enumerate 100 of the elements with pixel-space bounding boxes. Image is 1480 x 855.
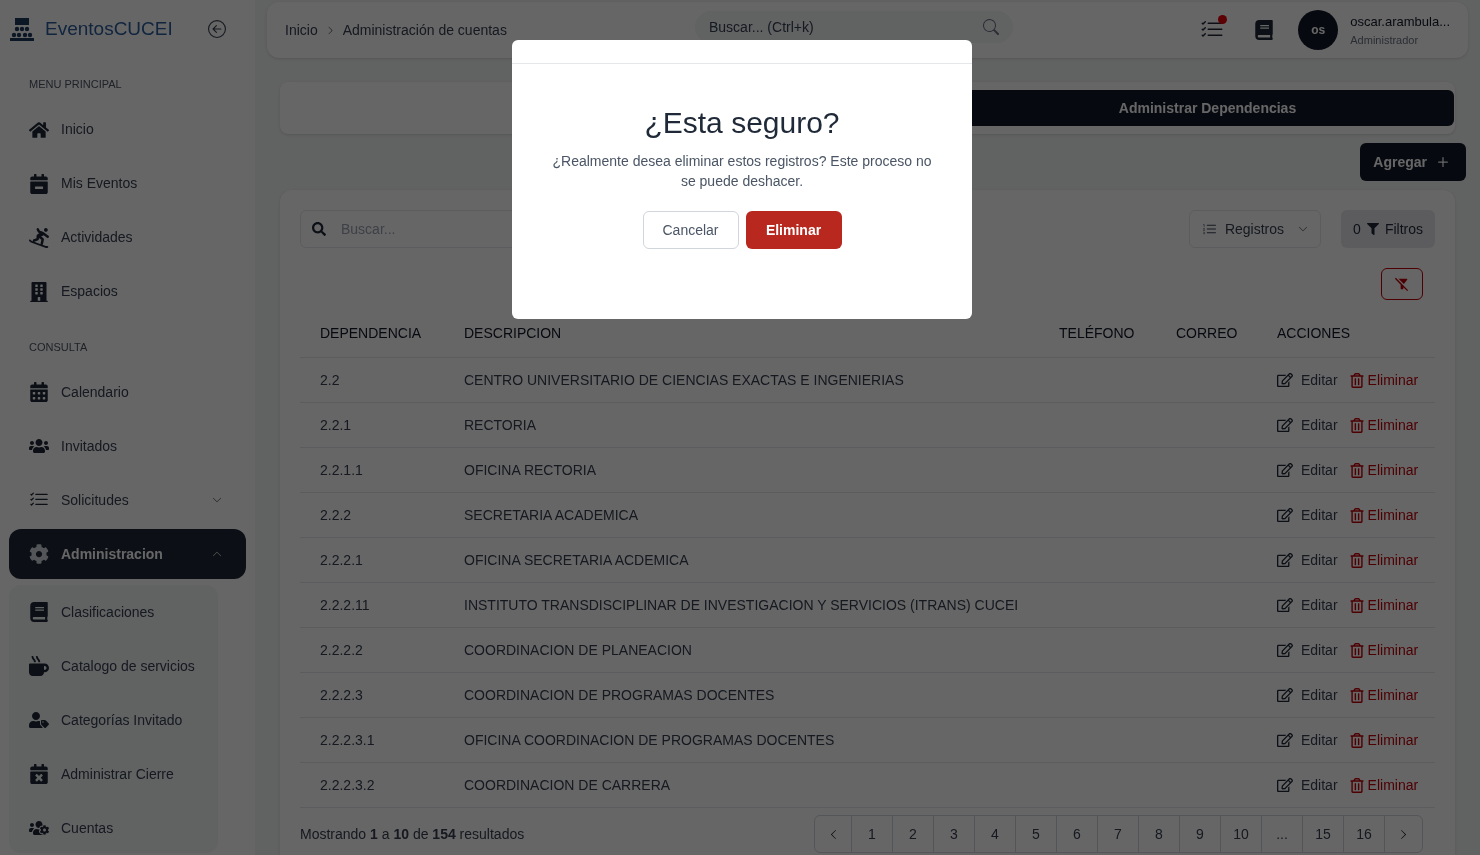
edit-link[interactable]: Editar — [1277, 594, 1338, 616]
delete-link[interactable]: Eliminar — [1349, 459, 1419, 481]
trash-icon — [1349, 462, 1364, 478]
delete-link[interactable]: Eliminar — [1349, 549, 1419, 571]
chevron-down-icon — [1298, 224, 1309, 234]
edit-icon — [1277, 597, 1293, 613]
edit-link[interactable]: Editar — [1277, 729, 1338, 751]
page-button[interactable]: 15 — [1303, 816, 1344, 852]
edit-link[interactable]: Editar — [1277, 684, 1338, 706]
list-icon — [1201, 221, 1217, 237]
table-cell-text: 2.2.2 — [320, 505, 353, 525]
table-cell-text: 2.2.2.2 — [320, 640, 364, 660]
delete-link[interactable]: Eliminar — [1349, 594, 1419, 616]
sidebar-item[interactable]: Mis Eventos — [9, 158, 246, 209]
filter-icon — [1366, 223, 1379, 235]
delete-link[interactable]: Eliminar — [1349, 369, 1419, 391]
records-button[interactable]: Registros — [1188, 210, 1322, 248]
cup-icon — [29, 656, 49, 676]
edit-link[interactable]: Editar — [1277, 774, 1338, 796]
table-cell-text: 2.2.2.3.1 — [320, 730, 376, 750]
page-button[interactable]: 1 — [852, 816, 893, 852]
collapse-icon[interactable] — [208, 20, 226, 38]
page-button[interactable]: 16 — [1344, 816, 1385, 852]
table-cell-text: OFICINA COORDINACION DE PROGRAMAS DOCENTES — [464, 730, 836, 750]
user-role: Administrador — [1350, 32, 1420, 48]
trash-icon — [1349, 552, 1364, 568]
page-button[interactable]: 10 — [1221, 816, 1262, 852]
building-icon — [29, 281, 49, 302]
logo-text: EventosCUCEI — [45, 16, 174, 41]
table-cell-text: COORDINACION DE PLANEACION — [464, 640, 693, 660]
table-cell-text: OFICINA RECTORIA — [464, 460, 597, 480]
sidebar-item[interactable]: Administracion — [9, 529, 246, 579]
delete-link[interactable]: Eliminar — [1349, 414, 1419, 436]
page-button[interactable]: 4 — [975, 816, 1016, 852]
sidebar-item[interactable]: Inicio — [9, 104, 246, 155]
edit-icon — [1277, 642, 1293, 658]
column-header: DESCRIPCION — [464, 324, 563, 343]
delete-link[interactable]: Eliminar — [1349, 684, 1419, 706]
sidebar-item[interactable]: Clasificaciones — [9, 587, 218, 637]
page-button[interactable]: 2 — [893, 816, 934, 852]
column-header: TELÉFONO — [1059, 324, 1136, 343]
sidebar-item[interactable]: Administrar Cierre — [9, 749, 218, 799]
table-cell-text: CENTRO UNIVERSITARIO DE CIENCIAS EXACTAS E INGENIERIAS — [464, 370, 905, 390]
delete-link[interactable]: Eliminar — [1349, 504, 1419, 526]
edit-link[interactable]: Editar — [1277, 639, 1338, 661]
trash-icon — [1349, 507, 1364, 523]
sidebar-item[interactable]: Actividades — [9, 212, 246, 263]
delete-link[interactable]: Eliminar — [1349, 774, 1419, 796]
edit-link[interactable]: Editar — [1277, 549, 1338, 571]
calendar-x-icon — [29, 764, 49, 784]
table-cell-text: RECTORIA — [464, 415, 538, 435]
page-button[interactable]: 5 — [1016, 816, 1057, 852]
page-button[interactable]: 8 — [1139, 816, 1180, 852]
cancel-button[interactable]: Cancelar — [642, 211, 739, 249]
trash-icon — [1349, 597, 1364, 613]
book-icon — [29, 602, 49, 622]
filters-button[interactable]: 0 Filtros — [1341, 210, 1435, 248]
breadcrumb-link[interactable]: Administración de cuentas — [342, 19, 507, 41]
sidebar-item[interactable]: Categorías Invitado — [9, 695, 218, 745]
delete-link[interactable]: Eliminar — [1349, 639, 1419, 661]
page-button[interactable]: 7 — [1098, 816, 1139, 852]
trash-icon — [1349, 732, 1364, 748]
column-header: DEPENDENCIA — [320, 324, 423, 343]
avatar[interactable]: os — [1298, 10, 1339, 50]
filter-off-icon — [1394, 276, 1410, 292]
breadcrumb-link[interactable]: Inicio — [285, 19, 318, 41]
page-button[interactable]: 6 — [1057, 816, 1098, 852]
sidebar-item[interactable]: Cuentas — [9, 803, 218, 853]
page-button[interactable]: 3 — [934, 816, 975, 852]
trash-icon — [1349, 687, 1364, 703]
column-header: CORREO — [1176, 324, 1239, 343]
edit-link[interactable]: Editar — [1277, 459, 1338, 481]
sidebar-item[interactable]: Calendario — [9, 367, 246, 417]
page-button[interactable]: ... — [1262, 816, 1303, 852]
table-cell-text: COORDINACION DE PROGRAMAS DOCENTES — [464, 685, 776, 705]
book-icon[interactable] — [1254, 20, 1275, 40]
search-field[interactable]: Buscar... (Ctrl+k) — [695, 11, 1013, 43]
snowboarder-icon — [29, 227, 49, 248]
sidebar-item[interactable]: Espacios — [9, 266, 246, 317]
sidebar-item[interactable]: Solicitudes — [9, 475, 246, 525]
delete-link[interactable]: Eliminar — [1349, 729, 1419, 751]
filter-count: 0 — [1353, 219, 1361, 239]
edit-link[interactable]: Editar — [1277, 504, 1338, 526]
edit-icon — [1277, 732, 1293, 748]
clear-filters-button[interactable] — [1381, 268, 1423, 300]
dialog-title: ¿Esta seguro? — [644, 105, 840, 141]
add-button[interactable]: Agregar — [1360, 143, 1466, 181]
confirm-delete-button[interactable]: Eliminar — [745, 211, 842, 249]
search-icon — [983, 19, 999, 35]
table-cell-text: OFICINA SECRETARIA ACDEMICA — [464, 550, 690, 570]
page-button[interactable]: 9 — [1180, 816, 1221, 852]
house-icon — [29, 119, 49, 140]
edit-link[interactable]: Editar — [1277, 414, 1338, 436]
edit-link[interactable]: Editar — [1277, 369, 1338, 391]
sidebar-item[interactable]: Catalogo de servicios — [9, 641, 218, 691]
users-gear-icon — [29, 818, 49, 838]
trash-icon — [1349, 642, 1364, 658]
table-cell-text: 2.2.2.11 — [320, 595, 371, 615]
sidebar-item[interactable]: Invitados — [9, 421, 246, 471]
people-icon — [29, 436, 49, 456]
